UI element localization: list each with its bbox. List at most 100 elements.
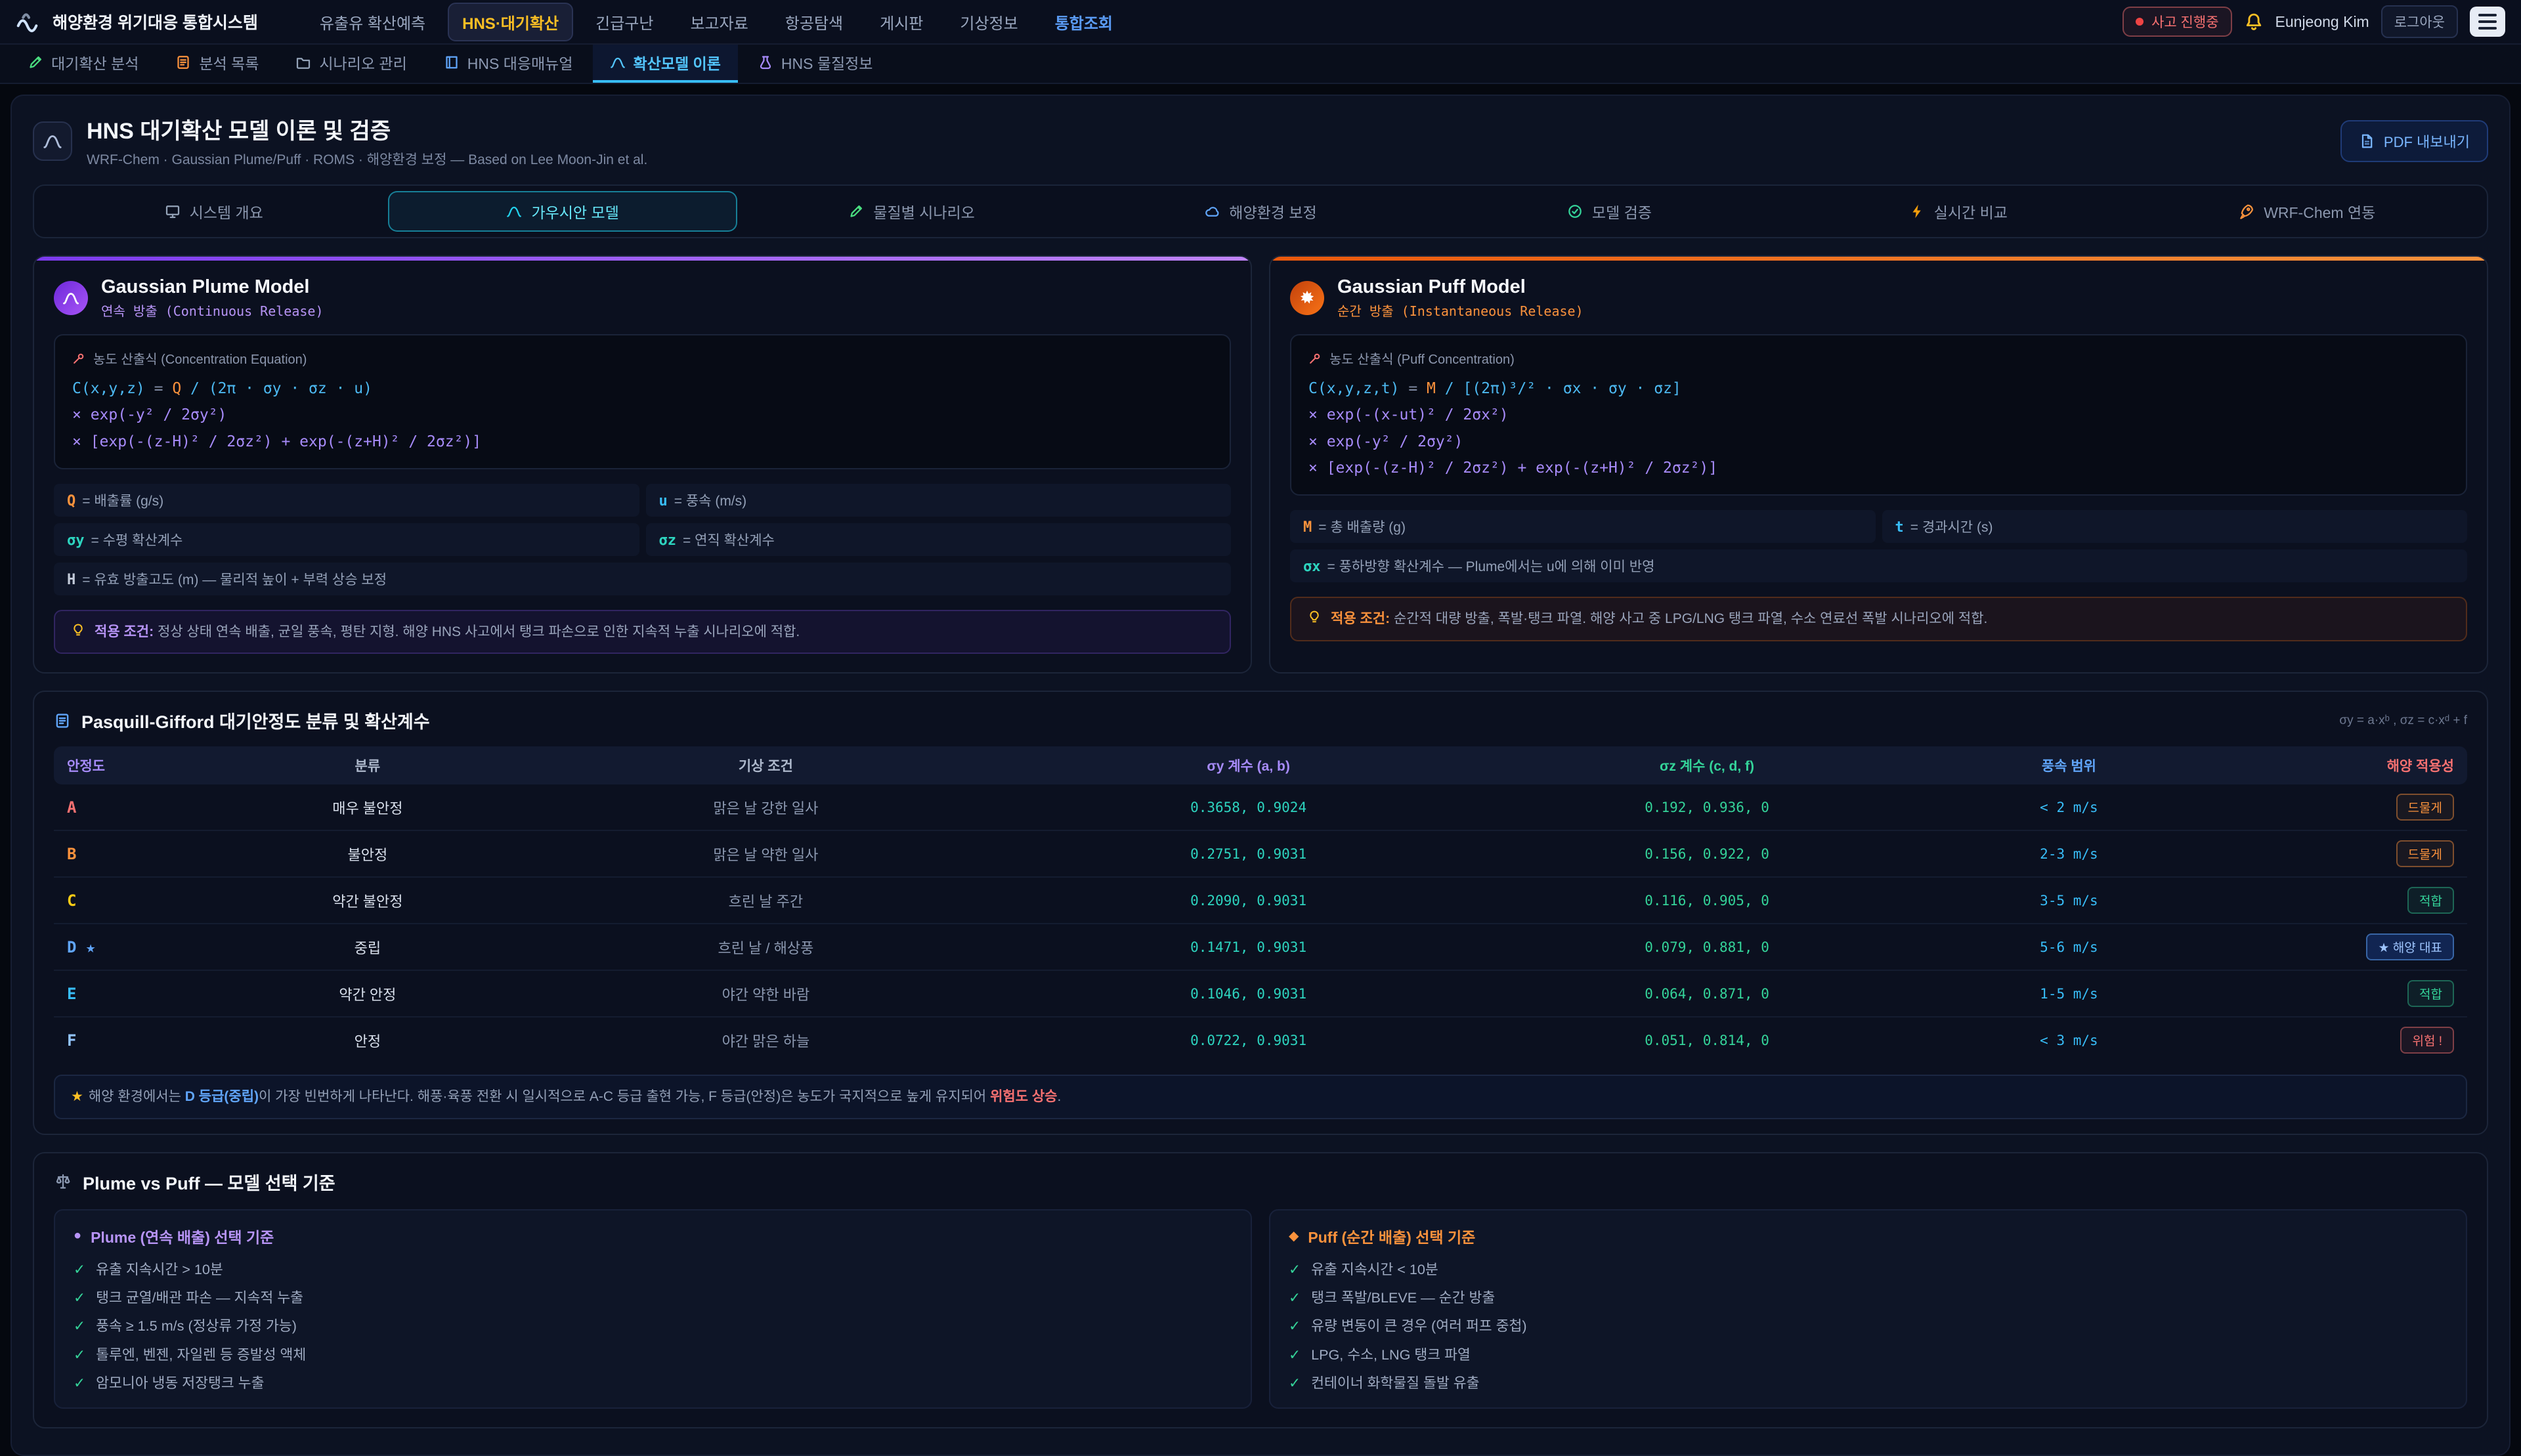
pencil-icon <box>848 203 864 219</box>
parameter-item: σz= 연직 확산계수 <box>646 523 1232 556</box>
star-icon: ★ <box>71 1089 83 1104</box>
criteria-item: ✓탱크 균열/배관 파손 — 지속적 누출 <box>74 1287 1232 1308</box>
subnav-tab[interactable]: 시나리오 관리 <box>278 45 423 83</box>
criteria-text: LPG, 수소, LNG 탱크 파열 <box>1311 1344 1471 1365</box>
section-tab[interactable]: 시스템 개요 <box>39 191 388 232</box>
puff-criteria-panel: ◆ Puff (순간 배출) 선택 기준 ✓유출 지속시간 < 10분✓탱크 폭… <box>1269 1209 2467 1409</box>
model-subtitle: 순간 방출 (Instantaneous Release) <box>1337 301 1584 320</box>
suitability-cell: 드물게 <box>2202 784 2467 830</box>
check-icon: ✓ <box>74 1259 85 1279</box>
parameter-item: σx= 풍하방향 확산계수 — Plume에서는 u에 의해 이미 반영 <box>1290 549 2467 582</box>
column-header: 풍속 범위 <box>1936 746 2201 784</box>
logout-button[interactable]: 로그아웃 <box>2381 5 2458 38</box>
column-header: 안정도 <box>54 746 223 784</box>
subnav-tab[interactable]: HNS 물질정보 <box>741 45 890 83</box>
rocket-icon <box>2239 203 2254 219</box>
check-icon: ✓ <box>74 1316 85 1336</box>
parameter-grid: M= 총 배출량 (g)t= 경과시간 (s)σx= 풍하방향 확산계수 — P… <box>1290 510 2467 582</box>
section-tab[interactable]: 해양환경 보정 <box>1086 191 1434 232</box>
model-title: Gaussian Plume Model <box>101 276 324 298</box>
wind-cell: 2-3 m/s <box>1936 830 2201 877</box>
note-label: 적용 조건: <box>1331 611 1390 626</box>
main-menu-item[interactable]: 기상정보 <box>945 3 1032 41</box>
model-subtitle: 연속 방출 (Continuous Release) <box>101 301 324 320</box>
bell-icon <box>2244 12 2264 32</box>
criteria-item: ✓ LPG, 수소, LNG 탱크 파열 <box>1289 1344 2447 1365</box>
formula-label: 농도 산출식 (Concentration Equation) <box>93 349 307 368</box>
note-text: 순간적 대량 방출, 폭발·탱크 파열. 해양 사고 중 LPG/LNG 탱크 … <box>1394 611 1987 626</box>
section-tab-label: 시스템 개요 <box>190 200 263 223</box>
page-subtitle: WRF-Chem · Gaussian Plume/Puff · ROMS · … <box>87 149 647 169</box>
menu-toggle-button[interactable] <box>2470 7 2505 37</box>
parameter-item: u= 풍속 (m/s) <box>646 484 1232 517</box>
main-menu-item[interactable]: HNS·대기확산 <box>448 3 573 41</box>
notifications-button[interactable] <box>2244 12 2264 32</box>
formula-line: C(x,y,z,t) = M / [(2π)³/² · σx · σy · σz… <box>1308 375 2449 402</box>
grade-cell: E <box>54 970 223 1017</box>
criteria-text: 유출 지속시간 > 10분 <box>96 1259 223 1279</box>
formula-line: × exp(-y² / 2σy²) <box>72 402 1213 428</box>
parameter-item: σy= 수평 확산계수 <box>54 523 639 556</box>
main-menu-item[interactable]: 항공탐색 <box>771 3 857 41</box>
note-text: 정상 상태 연속 배출, 균일 풍속, 평탄 지형. 해양 HNS 사고에서 탱… <box>158 624 800 639</box>
grade-cell: A <box>54 784 223 830</box>
subnav-tab[interactable]: HNS 대응매뉴얼 <box>427 45 590 83</box>
pdf-export-button[interactable]: PDF 내보내기 <box>2340 120 2488 162</box>
sigma-z-cell: 0.192, 0.936, 0 <box>1478 784 1936 830</box>
subnav-tab[interactable]: 확산모델 이론 <box>593 45 738 83</box>
bulb-icon <box>71 623 85 637</box>
criteria-text: 유량 변동이 큰 경우 (여러 퍼프 중첩) <box>1311 1316 1527 1336</box>
subnav-tab[interactable]: 대기확산 분석 <box>11 45 156 83</box>
stability-row: A매우 불안정맑은 날 강한 일사0.3658, 0.90240.192, 0.… <box>54 784 2467 830</box>
weather-cell: 야간 약한 바람 <box>512 970 1019 1017</box>
table-title: Pasquill-Gifford 대기안정도 분류 및 확산계수 <box>81 708 430 733</box>
stability-table-card: Pasquill-Gifford 대기안정도 분류 및 확산계수 σy = a·… <box>33 691 2488 1135</box>
criteria-text: 컨테이너 화학물질 돌발 유출 <box>1311 1373 1479 1393</box>
app-title: 해양환경 위기대응 통합시스템 <box>53 10 258 33</box>
brand: 해양환경 위기대응 통합시스템 <box>16 9 258 35</box>
category-cell: 약간 안정 <box>223 970 512 1017</box>
main-menu-item[interactable]: 보고자료 <box>676 3 762 41</box>
plume-model-card: Gaussian Plume Model 연속 방출 (Continuous R… <box>33 255 1252 674</box>
page-header: HNS 대기확산 모델 이론 및 검증 WRF-Chem · Gaussian … <box>12 96 2509 181</box>
check-icon: ✓ <box>1289 1373 1301 1393</box>
category-cell: 매우 불안정 <box>223 784 512 830</box>
section-tab[interactable]: 가우시안 모델 <box>388 191 737 232</box>
criteria-item: ✓풍속 ≥ 1.5 m/s (정상류 가정 가능) <box>74 1316 1232 1336</box>
selection-title-row: Plume vs Puff — 모델 선택 기준 <box>54 1169 2467 1195</box>
selection-title: Plume vs Puff — 모델 선택 기준 <box>83 1169 335 1195</box>
category-cell: 안정 <box>223 1017 512 1063</box>
gaussian-curve-icon <box>43 131 62 151</box>
sigma-z-cell: 0.051, 0.814, 0 <box>1478 1017 1936 1063</box>
parameter-item: Q= 배출률 (g/s) <box>54 484 639 517</box>
check-icon: ✓ <box>74 1373 85 1393</box>
main-menu-item[interactable]: 통합조회 <box>1041 3 1127 41</box>
weather-cell: 흐린 날 주간 <box>512 877 1019 924</box>
main-menu: 유출유 확산예측HNS·대기확산긴급구난보고자료항공탐색게시판기상정보통합조회 <box>305 3 2112 41</box>
check-icon: ✓ <box>1289 1344 1301 1365</box>
top-right-cluster: 사고 진행중 Eunjeong Kim 로그아웃 <box>2122 5 2505 38</box>
column-header: σz 계수 (c, d, f) <box>1478 746 1936 784</box>
criteria-text: 탱크 균열/배관 파손 — 지속적 누출 <box>96 1287 303 1308</box>
section-tab[interactable]: WRF-Chem 연동 <box>2133 191 2482 232</box>
stability-row: E약간 안정야간 약한 바람0.1046, 0.90310.064, 0.871… <box>54 970 2467 1017</box>
cloud-icon <box>1204 203 1220 219</box>
sigma-y-cell: 0.3658, 0.9024 <box>1019 784 1477 830</box>
category-cell: 중립 <box>223 924 512 970</box>
section-tab[interactable]: 물질별 시나리오 <box>737 191 1086 232</box>
list-icon <box>175 54 191 70</box>
page-title: HNS 대기확산 모델 이론 및 검증 <box>87 113 647 145</box>
main-menu-item[interactable]: 긴급구난 <box>581 3 668 41</box>
pin-icon <box>1308 352 1322 365</box>
app-logo-icon <box>16 9 42 35</box>
section-tab[interactable]: 모델 검증 <box>1435 191 1784 232</box>
main-menu-item[interactable]: 유출유 확산예측 <box>305 3 440 41</box>
sigma-y-cell: 0.1471, 0.9031 <box>1019 924 1477 970</box>
suitability-badge: 드물게 <box>2396 794 2454 821</box>
sigma-formula-note: σy = a·xᵇ , σz = c·xᵈ + f <box>2339 714 2467 728</box>
main-menu-item[interactable]: 게시판 <box>865 3 937 41</box>
sigma-z-cell: 0.116, 0.905, 0 <box>1478 877 1936 924</box>
section-tab[interactable]: 실시간 비교 <box>1784 191 2132 232</box>
top-nav: 해양환경 위기대응 통합시스템 유출유 확산예측HNS·대기확산긴급구난보고자료… <box>0 0 2521 45</box>
subnav-tab[interactable]: 분석 목록 <box>158 45 276 83</box>
